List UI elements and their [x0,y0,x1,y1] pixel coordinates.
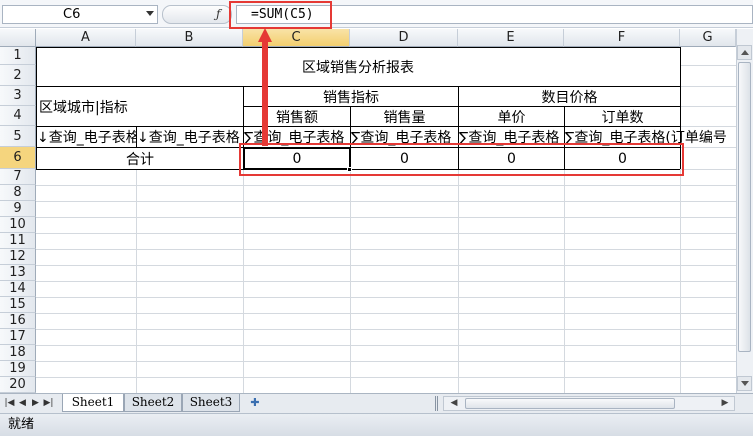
last-sheet-icon[interactable]: ▶| [43,396,54,410]
row-header-7[interactable]: 7 [0,169,36,185]
formula-highlight-box [229,1,332,29]
sales-volume-header[interactable]: 销售量 [351,107,458,126]
gridline [36,233,736,234]
sheet-tab-sheet3[interactable]: Sheet3 [182,394,240,412]
chevron-up-icon [740,50,749,55]
row-header-4[interactable]: 4 [0,106,36,126]
gridline [680,106,736,107]
gridline [36,297,736,298]
gridline [36,377,736,378]
sheet-tab-sheet2[interactable]: Sheet2 [124,394,182,412]
row-header-2[interactable]: 2 [0,65,36,86]
row-header-12[interactable]: 12 [0,249,36,265]
column-header-b[interactable]: B [136,29,243,47]
column-header-f[interactable]: F [564,29,680,47]
gridline [36,281,736,282]
name-box-dropdown-icon[interactable] [146,11,154,16]
gridline [36,249,736,250]
report-title[interactable]: 区域销售分析报表 [36,48,680,86]
first-sheet-icon[interactable]: |◀ [4,396,15,410]
row-header-17[interactable]: 17 [0,329,36,345]
unit-price-header[interactable]: 单价 [459,107,564,126]
scroll-up-button[interactable] [737,45,752,60]
row-header-3[interactable]: 3 [0,86,36,106]
region-city-indicator-header[interactable]: 区域城市|指标 [37,87,243,126]
status-text: 就绪 [8,417,35,432]
row-header-9[interactable]: 9 [0,201,36,217]
next-sheet-icon[interactable]: ▶ [30,396,41,410]
sales-indicator-header[interactable]: 销售指标 [244,87,458,106]
row-header-10[interactable]: 10 [0,217,36,233]
row-header-1[interactable]: 1 [0,47,36,65]
row-header-18[interactable]: 18 [0,345,36,361]
row-header-13[interactable]: 13 [0,265,36,281]
prev-sheet-icon[interactable]: ◀ [17,396,28,410]
cell-a5[interactable]: ↓查询_电子表格 [37,127,136,147]
quantity-price-header[interactable]: 数目价格 [459,87,680,106]
column-header-a[interactable]: A [36,29,136,47]
row-header-11[interactable]: 11 [0,233,36,249]
gridline [680,86,736,87]
insert-function-button[interactable]: ƒ [216,5,220,24]
gridline [36,217,736,218]
horizontal-scroll-thumb[interactable] [465,398,675,409]
chevron-down-icon [740,381,749,386]
row-header-16[interactable]: 16 [0,313,36,329]
select-all-corner[interactable] [0,29,36,47]
row-header-19[interactable]: 19 [0,361,36,377]
gridline [36,313,736,314]
gridline [36,361,736,362]
gridline [36,201,736,202]
total-label[interactable]: 合计 [37,148,243,169]
tab-splitter[interactable] [435,396,438,411]
scroll-down-button[interactable] [737,376,752,391]
row-header-15[interactable]: 15 [0,297,36,313]
vertical-scroll-thumb[interactable] [738,62,751,352]
gridline [36,265,736,266]
row-header-8[interactable]: 8 [0,185,36,201]
formula-bar-splitter[interactable] [162,5,232,24]
gridline [680,65,736,66]
gridline [680,147,736,148]
gridline [680,169,736,170]
row-header-14[interactable]: 14 [0,281,36,297]
status-bar [0,413,753,436]
totals-highlight-box [239,143,684,176]
row-header-6[interactable]: 6 [0,147,36,169]
insert-sheet-icon[interactable]: ✚ [247,396,263,410]
column-header-g[interactable]: G [680,29,736,47]
column-header-e[interactable]: E [458,29,564,47]
sheet-tab-sheet1[interactable]: Sheet1 [62,394,124,412]
order-count-header[interactable]: 订单数 [565,107,680,126]
scroll-right-button[interactable]: ▶ [719,397,731,410]
gridline [36,185,736,186]
row-header-20[interactable]: 20 [0,377,36,393]
arrow-icon [258,28,272,146]
name-box[interactable]: C6 [2,5,158,24]
gridline [36,329,736,330]
gridline [36,345,736,346]
column-header-d[interactable]: D [350,29,458,47]
scroll-left-button[interactable]: ◀ [448,397,460,410]
cell-b5[interactable]: ↓查询_电子表格 [137,127,243,147]
row-header-5[interactable]: 5 [0,126,36,147]
